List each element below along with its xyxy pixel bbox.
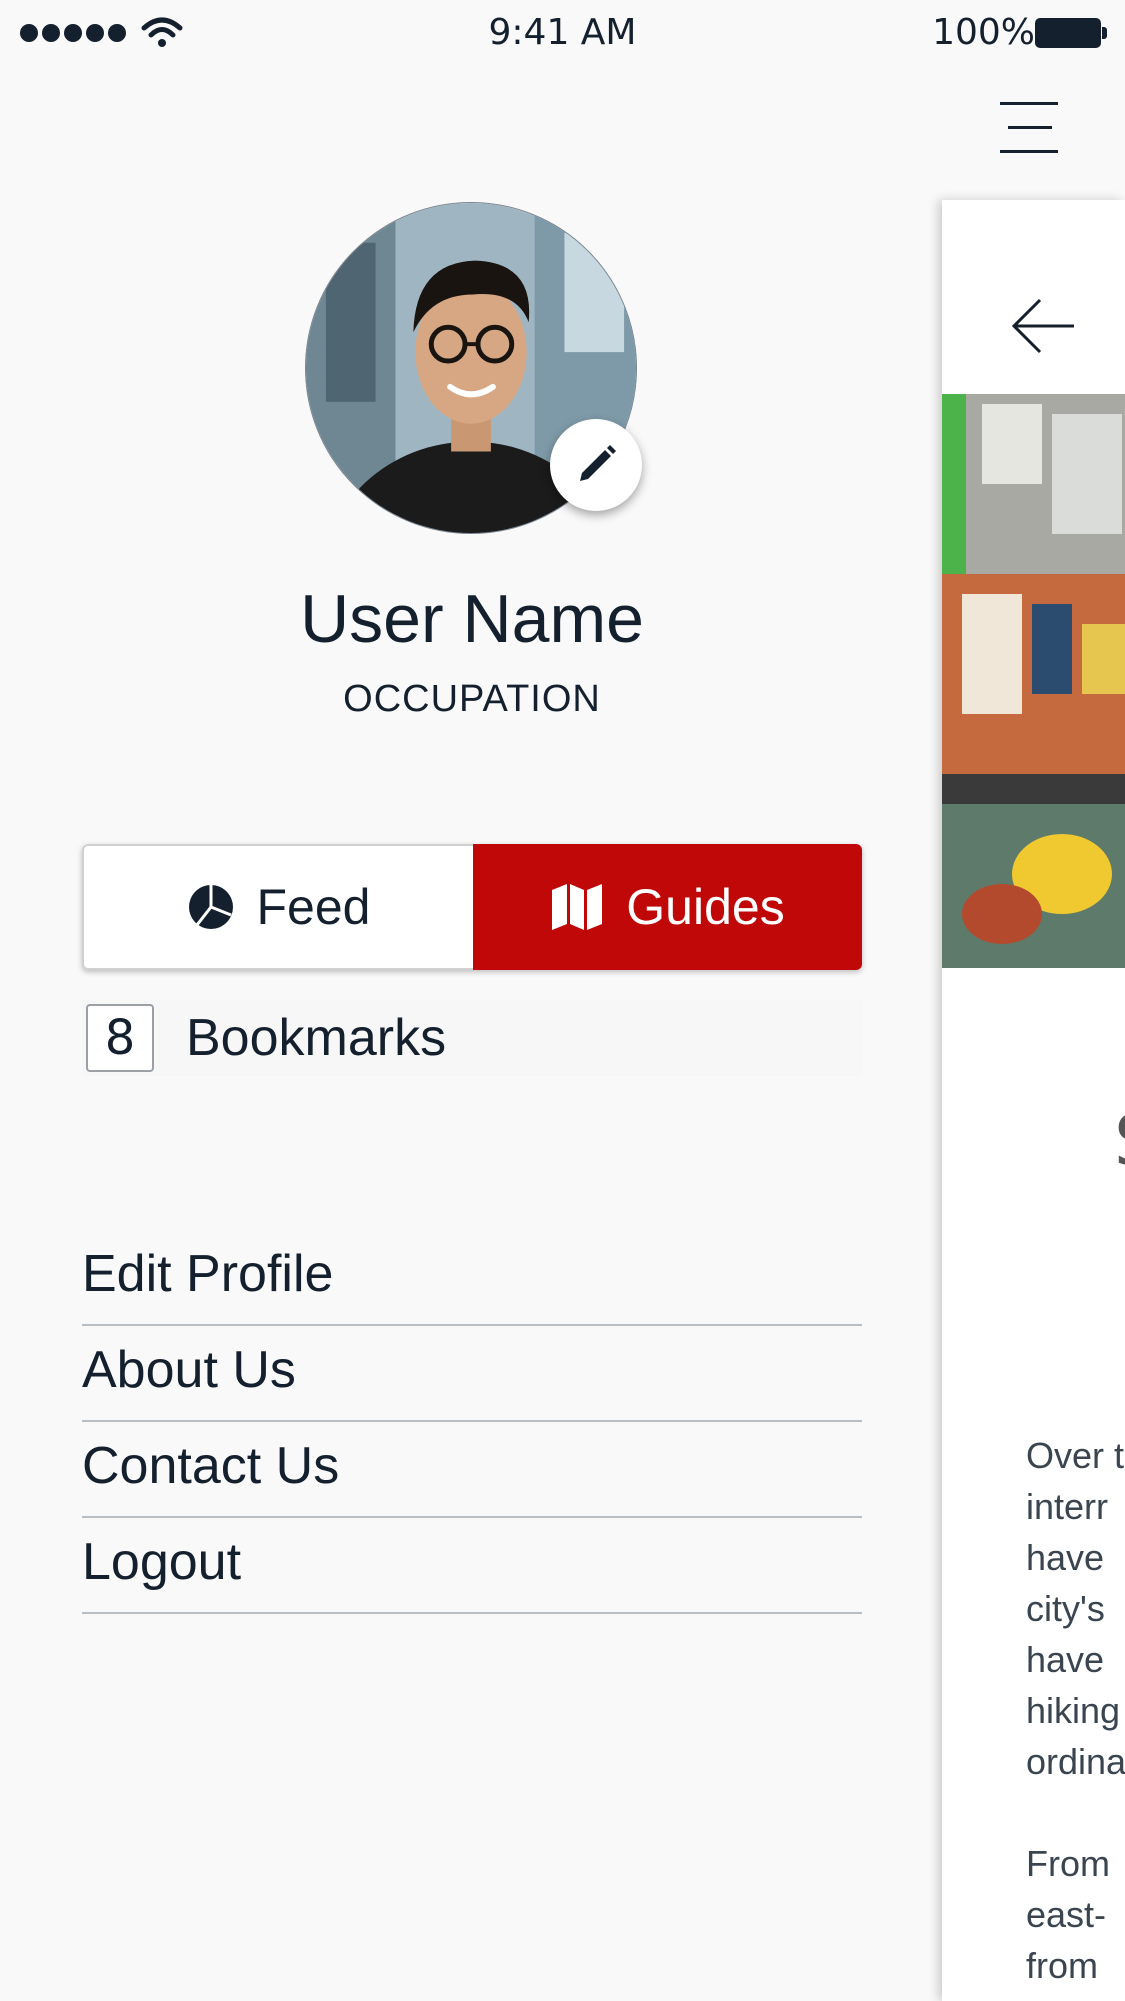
bookmarks-count-badge: 8 [86,1004,154,1072]
text-line: ordina [1026,1741,1125,1782]
tab-guides[interactable]: Guides [473,844,862,970]
battery-percent: 100% [932,12,1035,53]
text-line: hiking [1026,1690,1121,1731]
menu-item-contact-us[interactable]: Contact Us [82,1422,862,1518]
tab-feed-label: Feed [256,879,371,935]
profile-avatar-container [305,202,642,534]
text-line: have [1026,1639,1105,1680]
text-line: From [1026,1843,1110,1884]
user-occupation: OCCUPATION [343,678,601,720]
status-bar: 9:41 AM 100% [0,0,1125,70]
hamburger-icon[interactable] [1000,100,1060,156]
guide-detail-panel[interactable]: S Over t interr have city's have hiking … [942,200,1125,2001]
tab-feed[interactable]: Feed [82,844,473,970]
pie-chart-icon [188,885,233,929]
bookmarks-label: Bookmarks [186,1009,447,1067]
pencil-icon [580,445,616,481]
text-line: from [1026,1945,1098,1986]
panel-heading-fragment: S [1114,1100,1125,1182]
profile-menu: Edit Profile About Us Contact Us Logout [82,1230,862,1614]
battery-icon [1035,18,1107,48]
menu-item-logout[interactable]: Logout [82,1518,862,1614]
arrow-left-icon[interactable] [1010,296,1076,356]
graffiti-image [942,394,1125,968]
edit-avatar-button[interactable] [550,419,642,511]
user-name: User Name [300,581,644,657]
menu-item-edit-profile[interactable]: Edit Profile [82,1230,862,1326]
text-line: interr [1026,1486,1109,1527]
text-line: Over t [1026,1435,1125,1476]
tab-guides-label: Guides [626,879,785,935]
panel-body-text: Over t interr have city's have hiking or… [1026,1430,1125,1991]
feed-guides-toggle: Feed Guides [82,844,862,970]
map-icon [552,884,603,930]
text-line: have [1026,1537,1105,1578]
text-line: city's [1026,1588,1105,1629]
menu-item-about-us[interactable]: About Us [82,1326,862,1422]
text-line: east- [1026,1894,1107,1935]
bookmarks-row[interactable]: 8 Bookmarks [82,1000,862,1076]
